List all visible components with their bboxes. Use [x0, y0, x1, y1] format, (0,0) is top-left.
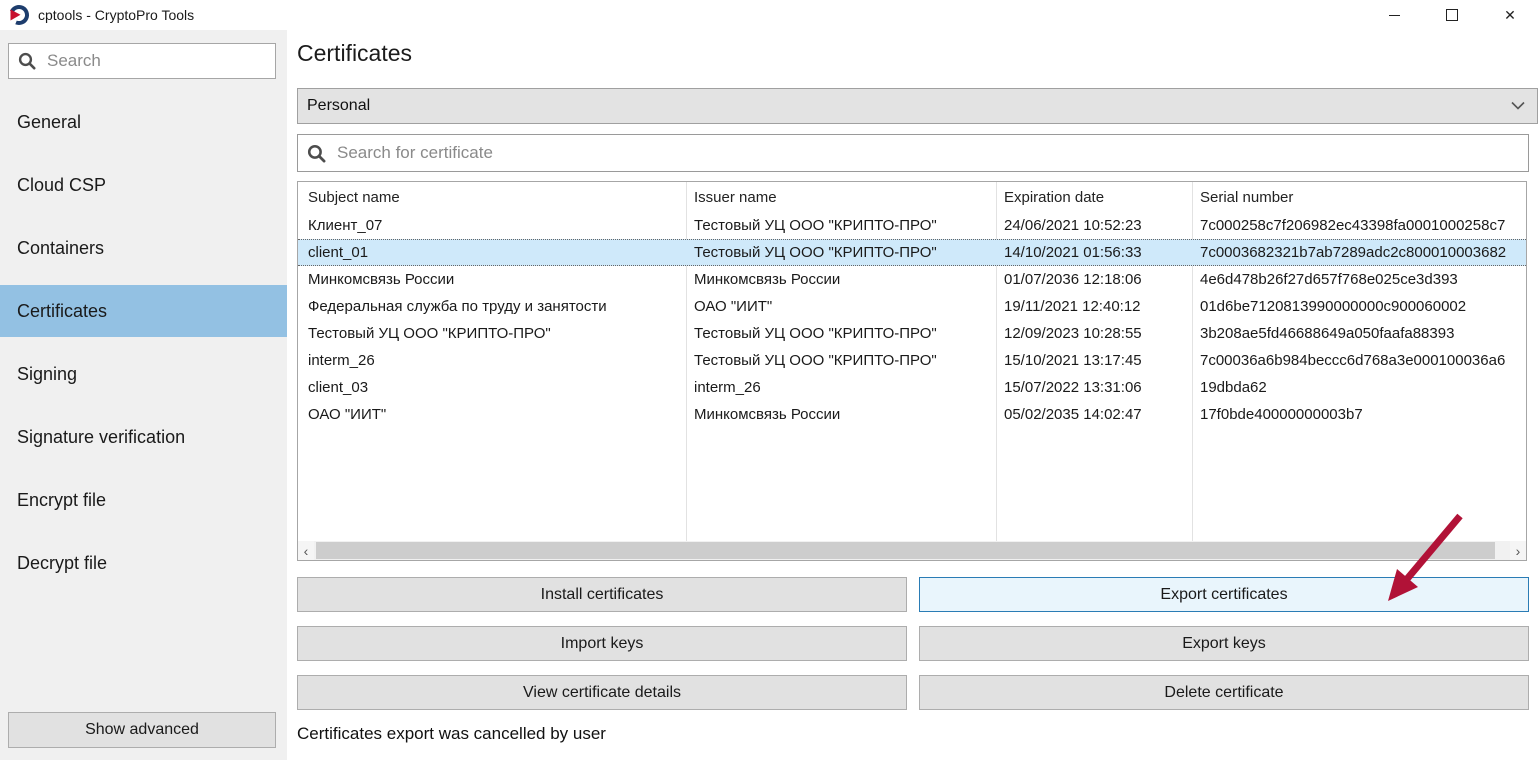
scroll-left-icon[interactable]: ‹	[298, 541, 314, 560]
maximize-icon	[1446, 9, 1458, 21]
table-row[interactable]: Клиент_07 Тестовый УЦ ООО "КРИПТО-ПРО" 2…	[298, 212, 1526, 239]
cell-issuer: ОАО "ИИТ"	[686, 298, 996, 315]
main-panel: Certificates Personal Subject name Issue…	[287, 30, 1539, 760]
column-header-expiration[interactable]: Expiration date	[996, 189, 1192, 206]
cell-expiration: 01/07/2036 12:18:06	[996, 271, 1192, 288]
cell-expiration: 24/06/2021 10:52:23	[996, 217, 1192, 234]
search-icon	[307, 144, 326, 163]
cell-subject: Клиент_07	[298, 217, 686, 234]
sidebar-item-general[interactable]: General	[0, 96, 287, 148]
cell-expiration: 12/09/2023 10:28:55	[996, 325, 1192, 342]
horizontal-scrollbar[interactable]: ‹ ›	[298, 541, 1526, 560]
sidebar-item-encrypt-file[interactable]: Encrypt file	[0, 474, 287, 526]
sidebar-search-box[interactable]	[8, 43, 276, 79]
maximize-button[interactable]	[1423, 0, 1481, 30]
certificate-search-input[interactable]	[335, 142, 1528, 164]
cell-subject: client_03	[298, 379, 686, 396]
cell-serial: 7c00036a6b984beccc6d768a3e000100036a6	[1192, 352, 1526, 369]
export-keys-button[interactable]: Export keys	[919, 626, 1529, 661]
cell-subject: Минкомсвязь России	[298, 271, 686, 288]
cell-serial: 17f0bde40000000003b7	[1192, 406, 1526, 423]
cell-serial: 4e6d478b26f27d657f768e025ce3d393	[1192, 271, 1526, 288]
cell-expiration: 15/07/2022 13:31:06	[996, 379, 1192, 396]
sidebar-item-signature-verification[interactable]: Signature verification	[0, 411, 287, 463]
cell-serial: 3b208ae5fd46688649a050faafa88393	[1192, 325, 1526, 342]
cell-issuer: interm_26	[686, 379, 996, 396]
column-header-serial[interactable]: Serial number	[1192, 189, 1526, 206]
scroll-right-icon[interactable]: ›	[1510, 541, 1526, 560]
table-row[interactable]: interm_26 Тестовый УЦ ООО "КРИПТО-ПРО" 1…	[298, 347, 1526, 374]
certificate-search-box[interactable]	[297, 134, 1529, 172]
cell-subject: interm_26	[298, 352, 686, 369]
column-header-subject[interactable]: Subject name	[298, 189, 686, 206]
cell-expiration: 19/11/2021 12:40:12	[996, 298, 1192, 315]
app-logo-icon	[8, 4, 30, 26]
title-bar: cptools - CryptoPro Tools ✕	[0, 0, 1539, 30]
cell-serial: 7c000258c7f206982ec43398fa0001000258c7	[1192, 217, 1526, 234]
page-title: Certificates	[297, 40, 412, 67]
sidebar-item-certificates[interactable]: Certificates	[0, 285, 287, 337]
cell-issuer: Минкомсвязь России	[686, 406, 996, 423]
cell-subject: ОАО "ИИТ"	[298, 406, 686, 423]
column-header-issuer[interactable]: Issuer name	[686, 189, 996, 206]
cell-expiration: 14/10/2021 01:56:33	[996, 244, 1192, 261]
cell-serial: 01d6be7120813990000000c900060002	[1192, 298, 1526, 315]
sidebar-item-cloud-csp[interactable]: Cloud CSP	[0, 159, 287, 211]
show-advanced-button[interactable]: Show advanced	[8, 712, 276, 748]
cell-expiration: 15/10/2021 13:17:45	[996, 352, 1192, 369]
sidebar-search-input[interactable]	[45, 50, 275, 72]
table-row[interactable]: client_03 interm_26 15/07/2022 13:31:06 …	[298, 374, 1526, 401]
table-row[interactable]: Тестовый УЦ ООО "КРИПТО-ПРО" Тестовый УЦ…	[298, 320, 1526, 347]
table-row[interactable]: Федеральная служба по труду и занятости …	[298, 293, 1526, 320]
import-keys-button[interactable]: Import keys	[297, 626, 907, 661]
store-dropdown-value: Personal	[307, 97, 370, 115]
cell-subject: Федеральная служба по труду и занятости	[298, 298, 686, 315]
table-header-row: Subject name Issuer name Expiration date…	[298, 182, 1526, 212]
certificates-table: Subject name Issuer name Expiration date…	[297, 181, 1527, 561]
scrollbar-thumb[interactable]	[316, 542, 1495, 559]
cell-subject: Тестовый УЦ ООО "КРИПТО-ПРО"	[298, 325, 686, 342]
minimize-button[interactable]	[1365, 0, 1423, 30]
cell-serial: 7c0003682321b7ab7289adc2c800010003682	[1192, 244, 1526, 261]
status-message: Certificates export was cancelled by use…	[297, 724, 606, 744]
cell-serial: 19dbda62	[1192, 379, 1526, 396]
certificate-store-dropdown[interactable]: Personal	[297, 88, 1538, 124]
close-icon: ✕	[1504, 8, 1516, 22]
delete-certificate-button[interactable]: Delete certificate	[919, 675, 1529, 710]
cell-issuer: Минкомсвязь России	[686, 271, 996, 288]
cell-issuer: Тестовый УЦ ООО "КРИПТО-ПРО"	[686, 352, 996, 369]
cell-subject: client_01	[298, 244, 686, 261]
cell-issuer: Тестовый УЦ ООО "КРИПТО-ПРО"	[686, 217, 996, 234]
export-certificates-button[interactable]: Export certificates	[919, 577, 1529, 612]
scrollbar-track[interactable]	[314, 541, 1510, 560]
table-row[interactable]: ОАО "ИИТ" Минкомсвязь России 05/02/2035 …	[298, 401, 1526, 428]
chevron-down-icon	[1511, 101, 1525, 110]
cell-issuer: Тестовый УЦ ООО "КРИПТО-ПРО"	[686, 244, 996, 261]
sidebar-item-decrypt-file[interactable]: Decrypt file	[0, 537, 287, 589]
sidebar-nav: General Cloud CSP Containers Certificate…	[0, 96, 287, 600]
table-row-selected[interactable]: client_01 Тестовый УЦ ООО "КРИПТО-ПРО" 1…	[298, 239, 1526, 266]
search-icon	[18, 52, 36, 70]
cell-issuer: Тестовый УЦ ООО "КРИПТО-ПРО"	[686, 325, 996, 342]
cell-expiration: 05/02/2035 14:02:47	[996, 406, 1192, 423]
view-certificate-details-button[interactable]: View certificate details	[297, 675, 907, 710]
table-row[interactable]: Минкомсвязь России Минкомсвязь России 01…	[298, 266, 1526, 293]
sidebar: General Cloud CSP Containers Certificate…	[0, 30, 287, 760]
sidebar-item-signing[interactable]: Signing	[0, 348, 287, 400]
close-button[interactable]: ✕	[1481, 0, 1539, 30]
window-title: cptools - CryptoPro Tools	[38, 7, 194, 23]
install-certificates-button[interactable]: Install certificates	[297, 577, 907, 612]
minimize-icon	[1389, 15, 1400, 16]
sidebar-item-containers[interactable]: Containers	[0, 222, 287, 274]
window-controls: ✕	[1365, 0, 1539, 30]
